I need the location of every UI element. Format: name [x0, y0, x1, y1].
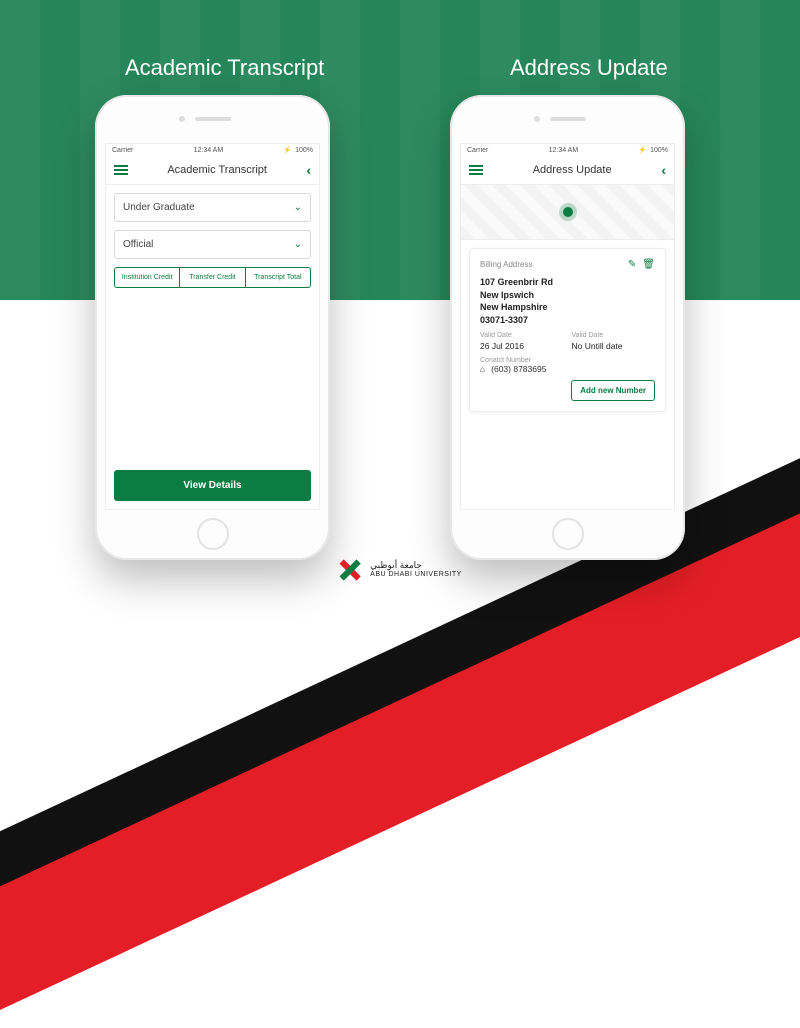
seg-transfer[interactable]: Transfer Credit — [179, 268, 244, 287]
section-title-transcript: Academic Transcript — [125, 55, 324, 81]
nav-title: Address Update — [533, 164, 612, 176]
nav-bar: Academic Transcript ‹ — [106, 156, 319, 185]
logo-mark-icon — [338, 558, 362, 582]
screen-transcript: Carrier 12:34 AM ⚡ 100% Academic Transcr… — [105, 143, 320, 510]
home-icon: ⌂ — [480, 364, 485, 374]
contact-label: Conatct Number — [480, 357, 655, 364]
back-icon[interactable]: ‹ — [661, 162, 666, 178]
add-number-button[interactable]: Add new Number — [571, 380, 655, 401]
back-icon[interactable]: ‹ — [306, 162, 311, 178]
type-select[interactable]: Official ⌄ — [114, 230, 311, 259]
valid-from-label: Valid Date — [480, 332, 564, 339]
nav-bar: Address Update ‹ — [461, 156, 674, 185]
menu-icon[interactable] — [469, 165, 483, 175]
type-select-value: Official — [123, 239, 153, 250]
phone-camera — [534, 116, 540, 122]
addr-line: New Ipswich — [480, 289, 655, 302]
map-preview[interactable] — [461, 185, 674, 240]
status-bar: Carrier 12:34 AM ⚡ 100% — [461, 144, 674, 156]
phone-home-button — [552, 518, 584, 550]
addr-line: New Hampshire — [480, 301, 655, 314]
address-block: 107 Greenbrir Rd New Ipswich New Hampshi… — [480, 276, 655, 326]
status-bar: Carrier 12:34 AM ⚡ 100% — [106, 144, 319, 156]
addr-line: 03071-3307 — [480, 314, 655, 327]
logo-text-ar: جامعة أبوظبي — [370, 560, 462, 571]
status-time: 12:34 AM — [549, 147, 579, 154]
chevron-down-icon: ⌄ — [294, 239, 302, 250]
delete-icon[interactable]: 🗑 — [642, 259, 655, 270]
logo-text-en: ABU DHABI UNIVERSITY — [370, 571, 462, 579]
phone-camera — [179, 116, 185, 122]
valid-to-value: No Untill date — [572, 341, 656, 351]
phone-mockup-address: Carrier 12:34 AM ⚡ 100% Address Update ‹… — [450, 95, 685, 560]
phone-mockup-transcript: Carrier 12:34 AM ⚡ 100% Academic Transcr… — [95, 95, 330, 560]
nav-title: Academic Transcript — [167, 164, 267, 176]
level-select-value: Under Graduate — [123, 202, 195, 213]
battery-label: 100% — [650, 147, 668, 154]
segmented-control: Institution Credit Transfer Credit Trans… — [114, 267, 311, 288]
level-select[interactable]: Under Graduate ⌄ — [114, 193, 311, 222]
address-card: Billing Address ✎ 🗑 107 Greenbrir Rd New… — [469, 248, 666, 412]
status-time: 12:34 AM — [194, 147, 224, 154]
phone-speaker — [195, 117, 231, 121]
phone-number: (603) 8783695 — [491, 364, 546, 374]
battery-label: 100% — [295, 147, 313, 154]
edit-icon[interactable]: ✎ — [628, 259, 636, 270]
valid-to-label: Valid Date — [572, 332, 656, 339]
menu-icon[interactable] — [114, 165, 128, 175]
seg-institution[interactable]: Institution Credit — [115, 268, 179, 287]
status-carrier: Carrier — [112, 147, 133, 154]
bluetooth-icon: ⚡ — [638, 146, 647, 154]
chevron-down-icon: ⌄ — [294, 202, 302, 213]
university-logo: جامعة أبوظبي ABU DHABI UNIVERSITY — [338, 558, 462, 582]
section-title-address: Address Update — [510, 55, 668, 81]
phone-speaker — [550, 117, 586, 121]
valid-from-value: 26 Jul 2016 — [480, 341, 564, 351]
view-details-button[interactable]: View Details — [114, 470, 311, 501]
screen-address: Carrier 12:34 AM ⚡ 100% Address Update ‹… — [460, 143, 675, 510]
bluetooth-icon: ⚡ — [283, 146, 292, 154]
addr-line: 107 Greenbrir Rd — [480, 276, 655, 289]
phone-home-button — [197, 518, 229, 550]
map-pin-icon — [563, 207, 573, 217]
seg-total[interactable]: Transcript Total — [245, 268, 310, 287]
status-carrier: Carrier — [467, 147, 488, 154]
card-title: Billing Address — [480, 260, 622, 269]
